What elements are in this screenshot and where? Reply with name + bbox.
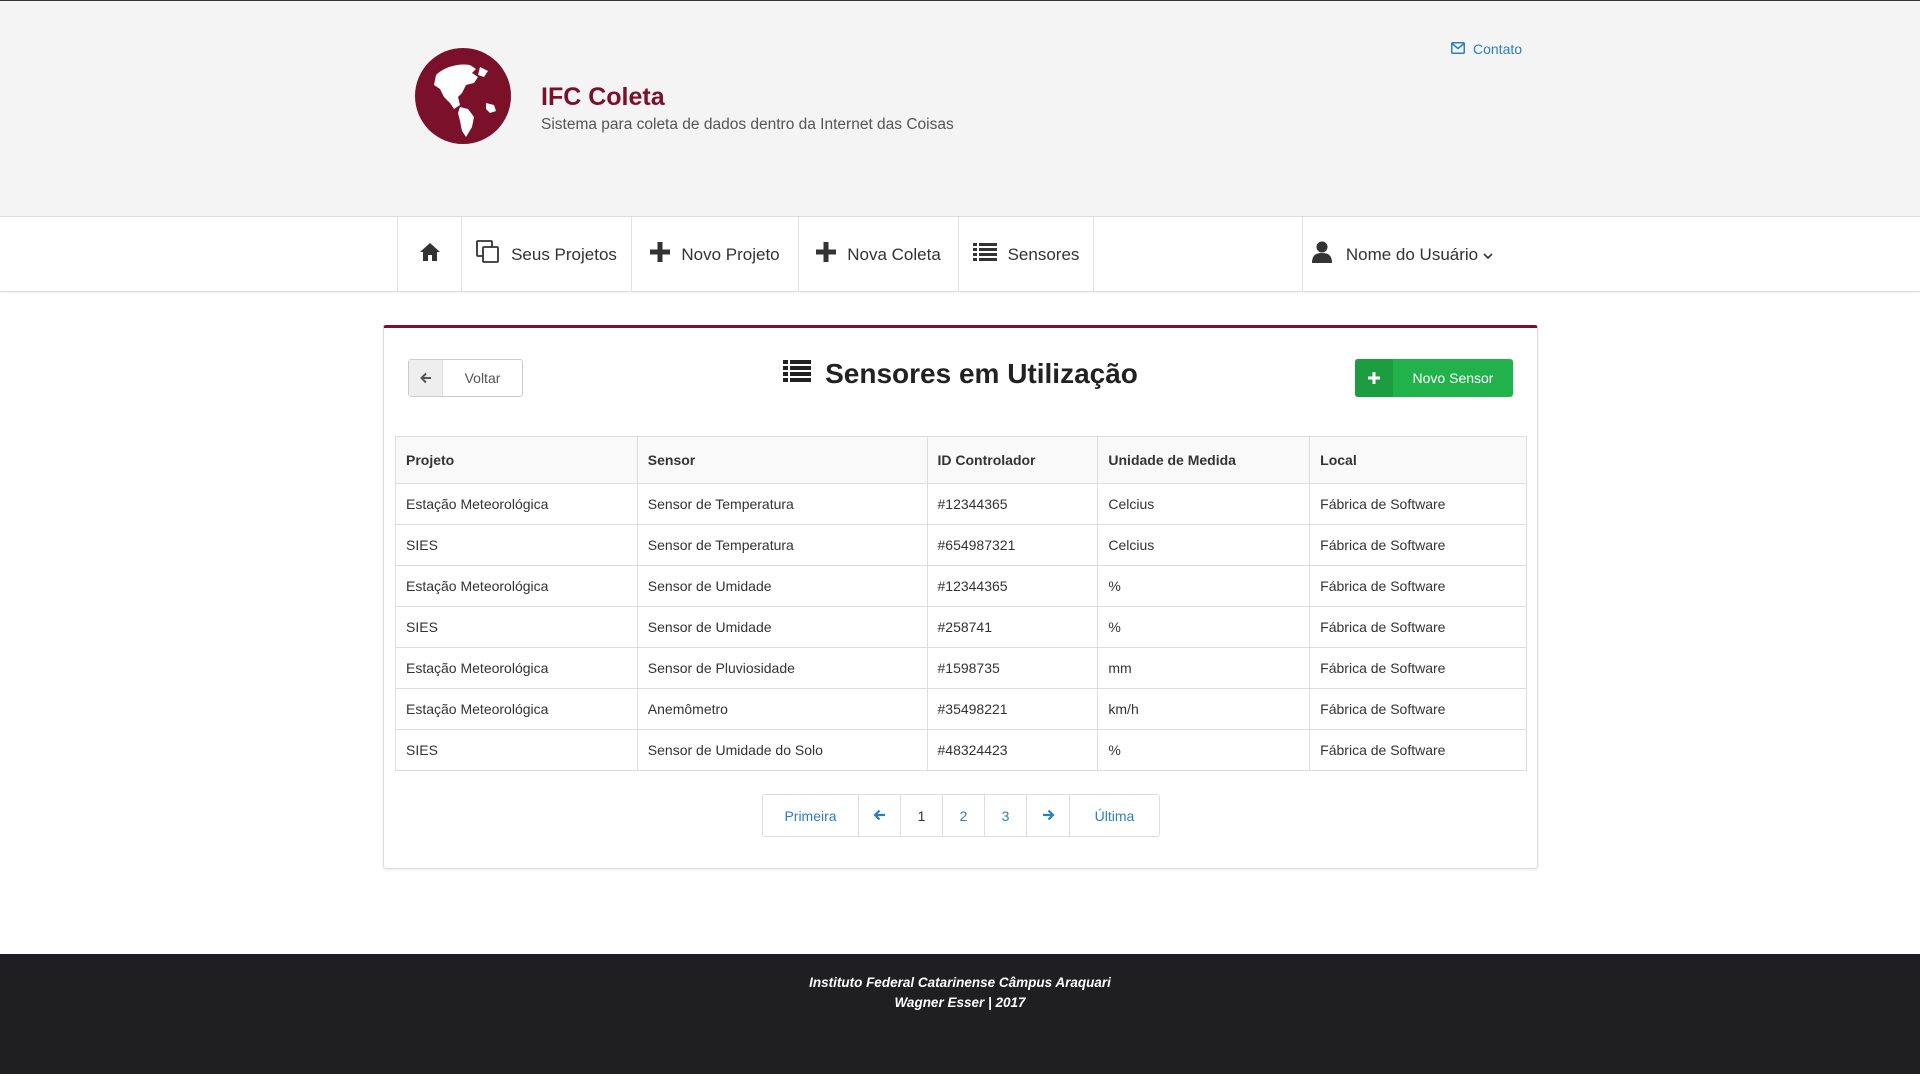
- table-cell: #12344365: [926, 483, 1099, 525]
- nav-item-sensores[interactable]: Sensores: [958, 217, 1094, 292]
- table-cell: Celcius: [1097, 483, 1311, 525]
- new-sensor-button[interactable]: Novo Sensor: [1355, 359, 1513, 397]
- table-cell: SIES: [395, 606, 638, 648]
- footer-institution: Instituto Federal Catarinense Câmpus Ara…: [809, 975, 1111, 990]
- nav-item-novo-projeto[interactable]: Novo Projeto: [631, 217, 798, 292]
- column-header[interactable]: Unidade de Medida: [1097, 436, 1311, 484]
- table-cell: km/h: [1097, 688, 1311, 730]
- table-cell: Fábrica de Software: [1309, 688, 1527, 730]
- user-menu[interactable]: Nome do Usuário: [1302, 217, 1502, 292]
- table-cell: Celcius: [1097, 524, 1311, 566]
- table-cell: Fábrica de Software: [1309, 565, 1527, 607]
- nav-item-label: Nova Coleta: [847, 244, 941, 264]
- column-header[interactable]: Local: [1309, 436, 1527, 484]
- list-icon: [972, 242, 997, 267]
- contact-link[interactable]: Contato: [1451, 41, 1522, 57]
- table-cell: %: [1097, 729, 1311, 771]
- table-cell: SIES: [395, 729, 638, 771]
- pagination-last[interactable]: Última: [1069, 795, 1159, 836]
- table-cell: %: [1097, 565, 1311, 607]
- nav-item-label: Sensores: [1007, 244, 1080, 264]
- pagination-page[interactable]: 2: [942, 795, 984, 836]
- nav-home[interactable]: [397, 217, 461, 292]
- table-cell: Estação Meteorológica: [395, 565, 638, 607]
- nav-item-label: Seus Projetos: [511, 244, 617, 264]
- table-cell: #35498221: [926, 688, 1099, 730]
- page-title-text: Sensores em Utilização: [825, 358, 1138, 389]
- nav-item-nova-coleta[interactable]: Nova Coleta: [798, 217, 958, 292]
- table-cell: Sensor de Umidade do Solo: [636, 729, 928, 771]
- site-title[interactable]: IFC Coleta: [541, 83, 665, 112]
- pagination-page[interactable]: 1: [900, 795, 942, 836]
- column-header[interactable]: Projeto: [395, 436, 638, 484]
- table-row[interactable]: Estação Meteorológica Sensor de Temperat…: [395, 483, 1527, 525]
- table-cell: #1598735: [926, 647, 1099, 689]
- table-row[interactable]: SIES Sensor de Umidade #258741 % Fábrica…: [395, 606, 1527, 648]
- pagination: Primeira 1 2 3 Última: [762, 794, 1160, 837]
- table-cell: Sensor de Umidade: [636, 606, 928, 648]
- arrow-right-icon: [1042, 808, 1055, 824]
- plus-icon: [816, 242, 837, 267]
- new-sensor-label: Novo Sensor: [1412, 370, 1494, 386]
- envelope-icon: [1451, 41, 1465, 57]
- table-cell: Sensor de Temperatura: [636, 524, 928, 566]
- table-cell: mm: [1097, 647, 1311, 689]
- table-cell: Fábrica de Software: [1309, 729, 1527, 771]
- table-row[interactable]: Estação Meteorológica Sensor de Pluviosi…: [395, 647, 1527, 689]
- table-cell: Fábrica de Software: [1309, 524, 1527, 566]
- main-navbar: Seus Projetos Novo Projeto Nova Coleta S…: [0, 217, 1920, 292]
- table-cell: Estação Meteorológica: [395, 483, 638, 525]
- user-name: Nome do Usuário: [1345, 244, 1479, 264]
- table-row[interactable]: SIES Sensor de Umidade do Solo #48324423…: [395, 729, 1527, 771]
- table-cell: Sensor de Temperatura: [636, 483, 928, 525]
- table-cell: #12344365: [926, 565, 1099, 607]
- arrow-left-icon: [873, 808, 886, 824]
- table-cell: Anemômetro: [636, 688, 928, 730]
- table-cell: Fábrica de Software: [1309, 647, 1527, 689]
- pagination-prev[interactable]: [858, 795, 900, 836]
- table-cell: #654987321: [926, 524, 1099, 566]
- globe-americas-icon[interactable]: [414, 47, 512, 145]
- pagination-next[interactable]: [1026, 795, 1069, 836]
- table-row[interactable]: SIES Sensor de Temperatura #654987321 Ce…: [395, 524, 1527, 566]
- column-header[interactable]: ID Controlador: [926, 436, 1099, 484]
- site-subtitle: Sistema para coleta de dados dentro da I…: [541, 116, 954, 133]
- table-cell: Estação Meteorológica: [395, 688, 638, 730]
- table-cell: Sensor de Umidade: [636, 565, 928, 607]
- pagination-first[interactable]: Primeira: [763, 795, 858, 836]
- table-cell: %: [1097, 606, 1311, 648]
- nav-item-seus-projetos[interactable]: Seus Projetos: [461, 217, 631, 292]
- column-header[interactable]: Sensor: [636, 436, 928, 484]
- table-row[interactable]: Estação Meteorológica Sensor de Umidade …: [395, 565, 1527, 607]
- table-cell: Estação Meteorológica: [395, 647, 638, 689]
- table-cell: #48324423: [926, 729, 1099, 771]
- table-cell: #258741: [926, 606, 1099, 648]
- plus-icon: [1355, 359, 1393, 397]
- nav-item-label: Novo Projeto: [681, 244, 780, 264]
- footer-author: Wagner Esser | 2017: [894, 995, 1026, 1010]
- table-cell: Fábrica de Software: [1309, 483, 1527, 525]
- pagination-page[interactable]: 3: [984, 795, 1026, 836]
- user-icon: [1311, 241, 1332, 268]
- table-row[interactable]: Estação Meteorológica Anemômetro #354982…: [395, 688, 1527, 730]
- copy-icon: [476, 240, 500, 269]
- table-header-row: Projeto Sensor ID Controlador Unidade de…: [395, 436, 1527, 484]
- sensors-table: Projeto Sensor ID Controlador Unidade de…: [395, 436, 1527, 771]
- table-cell: SIES: [395, 524, 638, 566]
- chevron-down-icon: [1483, 245, 1493, 265]
- site-header: IFC Coleta Sistema para coleta de dados …: [0, 1, 1920, 217]
- plus-icon: [650, 242, 671, 267]
- table-cell: Sensor de Pluviosidade: [636, 647, 928, 689]
- table-cell: Fábrica de Software: [1309, 606, 1527, 648]
- sensors-panel: Voltar Sensores em Utilização Novo Senso…: [383, 325, 1538, 869]
- contact-label: Contato: [1473, 41, 1523, 57]
- list-icon: [783, 358, 812, 390]
- site-footer: Instituto Federal Catarinense Câmpus Ara…: [0, 954, 1920, 1074]
- home-icon: [419, 242, 441, 267]
